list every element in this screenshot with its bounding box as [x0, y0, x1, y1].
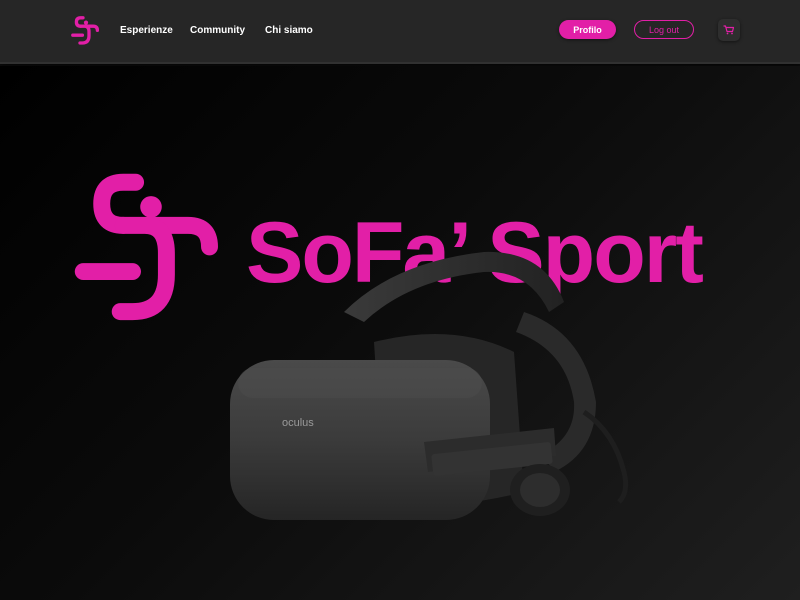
- vr-headset-image: oculus: [230, 251, 629, 520]
- headset-brand-label: oculus: [282, 417, 314, 429]
- hero-section: SoFa’ Sport oculus: [0, 66, 800, 600]
- top-navbar: Esperienze Community Chi siamo Profilo L…: [0, 0, 800, 64]
- cart-icon: [723, 25, 735, 35]
- profile-button[interactable]: Profilo: [559, 20, 616, 39]
- nav-link-chi-siamo[interactable]: Chi siamo: [265, 25, 313, 36]
- cart-button[interactable]: [718, 19, 740, 41]
- nav-link-community[interactable]: Community: [190, 25, 245, 36]
- sofa-sport-logo[interactable]: [71, 15, 101, 47]
- nav-link-esperienze[interactable]: Esperienze: [120, 25, 173, 36]
- hero-logo-mark: [74, 173, 218, 321]
- logout-button[interactable]: Log out: [634, 20, 694, 39]
